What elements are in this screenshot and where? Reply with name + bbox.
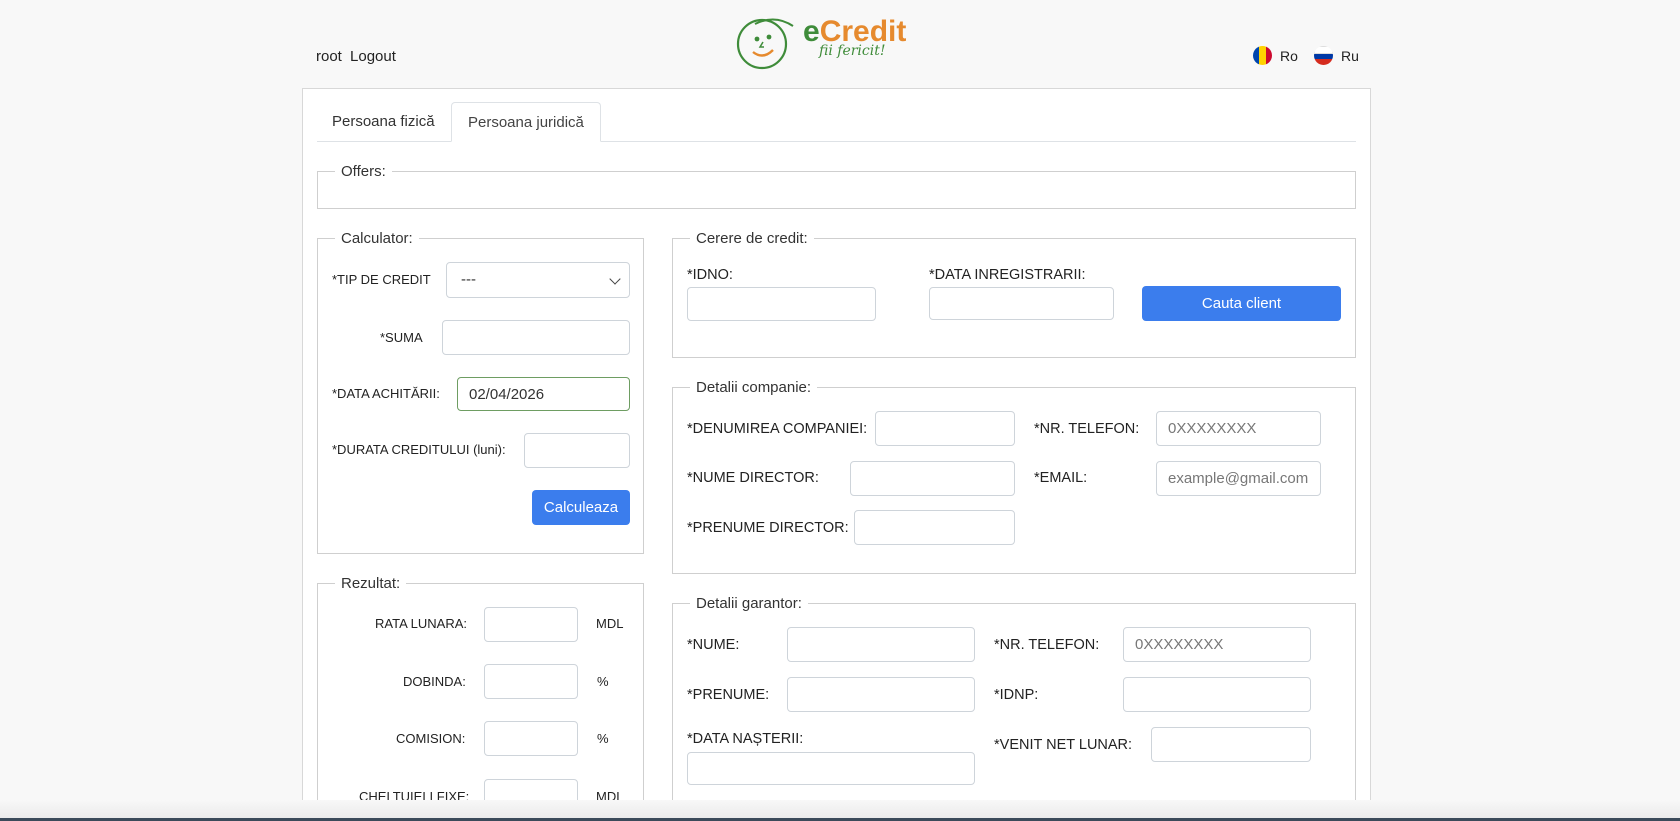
dobinda-input[interactable]: [484, 664, 578, 699]
garantor-prenume-label: *PRENUME:: [687, 687, 770, 703]
idno-label: *IDNO:: [687, 267, 733, 283]
lang-ro[interactable]: Ro: [1253, 46, 1298, 65]
lang-ru-label: Ru: [1341, 47, 1359, 64]
data-nasterii-label: *DATA NAȘTERII:: [687, 731, 804, 747]
data-achitarii-label: *DATA ACHITĂRII:: [332, 386, 440, 401]
email-label: *EMAIL:: [1034, 470, 1088, 486]
tip-credit-label: *TIP DE CREDIT: [332, 272, 431, 287]
logo-tagline: fii fericit!: [819, 43, 886, 59]
cauta-client-button[interactable]: Cauta client: [1142, 286, 1341, 321]
tip-credit-value: ---: [461, 271, 476, 288]
data-inregistrarii-label: *DATA INREGISTRARII:: [929, 267, 1086, 283]
calculator-legend: Calculator:: [335, 230, 419, 247]
lang-ru[interactable]: Ru: [1314, 46, 1359, 65]
garantor-telefon-input[interactable]: [1123, 627, 1311, 662]
comision-label: COMISION:: [396, 731, 466, 746]
nume-director-label: *NUME DIRECTOR:: [687, 470, 819, 486]
email-input[interactable]: [1156, 461, 1321, 496]
denumire-label: *DENUMIREA COMPANIEI:: [687, 421, 868, 437]
garantor-nume-input[interactable]: [787, 627, 975, 662]
rata-lunara-input[interactable]: [484, 607, 578, 642]
companie-telefon-input[interactable]: [1156, 411, 1321, 446]
prenume-director-label: *PRENUME DIRECTOR:: [687, 520, 849, 536]
garantor-legend: Detalii garantor:: [690, 595, 808, 612]
rata-lunara-unit: MDL: [596, 616, 624, 631]
ecredit-logo: eCredit fii fericit!: [735, 15, 906, 72]
russia-flag-icon: [1314, 46, 1333, 65]
tab-persoana-fizica[interactable]: Persoana fizică: [316, 102, 451, 142]
cerere-legend: Cerere de credit:: [690, 230, 814, 247]
tab-persoana-juridica[interactable]: Persoana juridică: [451, 102, 601, 142]
companie-telefon-label: *NR. TELEFON:: [1034, 421, 1140, 437]
user-bar: root Logout: [316, 48, 396, 65]
smiley-logo-icon: [736, 18, 794, 70]
suma-label: *SUMA: [380, 330, 423, 345]
idnp-input[interactable]: [1123, 677, 1311, 712]
dobinda-label: DOBINDA:: [403, 674, 466, 689]
garantor-telefon-label: *NR. TELEFON:: [994, 637, 1100, 653]
durata-label: *DURATA CREDITULUI (luni):: [332, 442, 506, 457]
moldova-flag-icon: [1253, 46, 1272, 65]
username: root: [316, 48, 342, 65]
chevron-down-icon: [609, 273, 621, 285]
idno-input[interactable]: [687, 287, 876, 321]
denumire-input[interactable]: [875, 411, 1015, 446]
comision-unit: %: [597, 731, 609, 746]
durata-input[interactable]: [524, 433, 630, 468]
nume-director-input[interactable]: [850, 461, 1015, 496]
tip-credit-select[interactable]: ---: [446, 262, 630, 298]
venit-net-lunar-label: *VENIT NET LUNAR:: [994, 737, 1133, 753]
comision-input[interactable]: [484, 721, 578, 756]
dobinda-unit: %: [597, 674, 609, 689]
companie-legend: Detalii companie:: [690, 379, 818, 396]
garantor-prenume-input[interactable]: [787, 677, 975, 712]
data-inregistrarii-input[interactable]: [929, 287, 1114, 320]
rezultat-legend: Rezultat:: [335, 575, 407, 592]
logout-link[interactable]: Logout: [350, 48, 396, 65]
lang-ro-label: Ro: [1280, 47, 1298, 64]
rezultat-fieldset: [317, 583, 644, 821]
calculeaza-button[interactable]: Calculeaza: [532, 490, 630, 525]
venit-net-lunar-input[interactable]: [1151, 727, 1311, 762]
data-achitarii-input[interactable]: [457, 377, 630, 411]
suma-input[interactable]: [442, 320, 630, 355]
offers-fieldset: [317, 171, 1356, 209]
prenume-director-input[interactable]: [854, 510, 1015, 545]
rata-lunara-label: RATA LUNARA:: [375, 616, 467, 631]
offers-legend: Offers:: [335, 163, 392, 180]
data-nasterii-input[interactable]: [687, 752, 975, 785]
garantor-nume-label: *NUME:: [687, 637, 740, 653]
idnp-label: *IDNP:: [994, 687, 1039, 703]
